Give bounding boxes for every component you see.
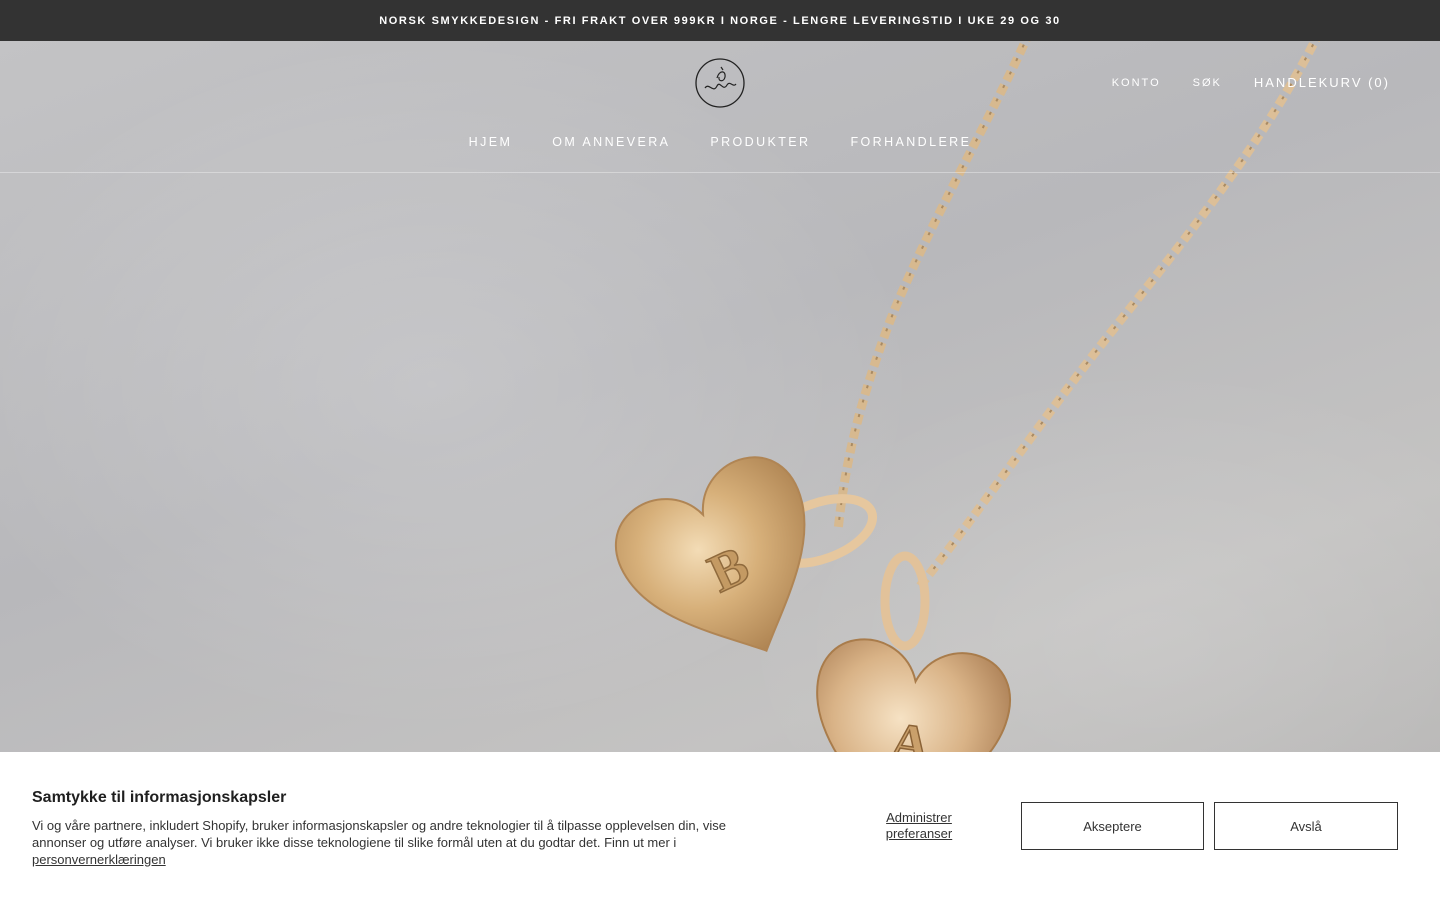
manage-preferences-line2: preferanser [885,826,953,841]
nav-item-home[interactable]: HJEM [469,135,513,149]
site-header: KONTO SØK HANDLEKURV (0) HJEM OM ANNEVER… [0,41,1440,173]
nav-item-products[interactable]: PRODUKTER [710,135,810,149]
announcement-bar: NORSK SMYKKEDESIGN - FRI FRAKT OVER 999K… [0,0,1440,41]
announcement-text: NORSK SMYKKEDESIGN - FRI FRAKT OVER 999K… [379,14,1061,27]
cookie-banner-body: Vi og våre partnere, inkludert Shopify, … [32,817,752,868]
heart-pendant-b: B [615,456,806,652]
cookie-banner-text: Vi og våre partnere, inkludert Shopify, … [32,818,726,850]
cookie-banner-title: Samtykke til informasjonskapsler [32,789,287,806]
decline-cookies-button[interactable]: Avslå [1214,802,1398,850]
jump-ring-a [880,551,930,651]
search-link[interactable]: SØK [1193,77,1222,89]
manage-preferences-link[interactable]: Administrer preferanser [864,810,974,842]
cart-link[interactable]: HANDLEKURV (0) [1254,75,1390,90]
nav-item-retailers[interactable]: FORHANDLERE [850,135,971,149]
cookie-consent-banner: Samtykke til informasjonskapsler Vi og v… [0,752,1440,900]
privacy-policy-link[interactable]: personvernerklæringen [32,852,166,867]
manage-preferences-line1: Administrer [886,810,952,825]
main-navigation: HJEM OM ANNEVERA PRODUKTER FORHANDLERE [0,135,1440,149]
annevera-logo[interactable] [695,58,745,108]
header-utility-links: KONTO SØK HANDLEKURV (0) [1080,75,1390,90]
account-link[interactable]: KONTO [1112,77,1161,89]
nav-item-about[interactable]: OM ANNEVERA [552,135,670,149]
accept-cookies-button[interactable]: Akseptere [1021,802,1204,850]
